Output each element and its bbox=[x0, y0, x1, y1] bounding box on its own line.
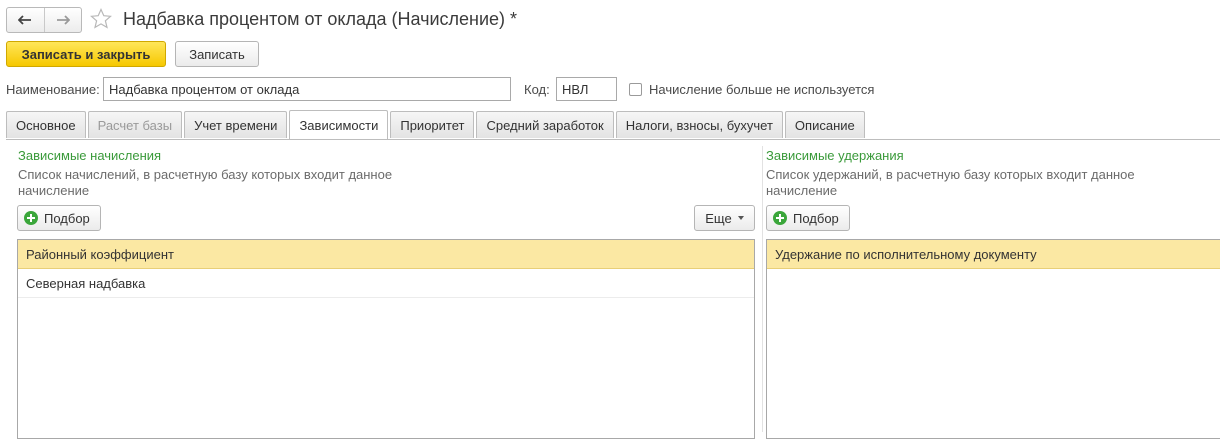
left-add-button[interactable]: Подбор bbox=[17, 205, 101, 231]
plus-icon bbox=[773, 211, 787, 225]
arrow-left-icon bbox=[18, 15, 32, 25]
forward-button[interactable] bbox=[43, 8, 82, 32]
list-item[interactable]: Удержание по исполнительному документу bbox=[767, 240, 1220, 269]
tab-sredniy-zarabotok[interactable]: Средний заработок bbox=[476, 111, 614, 138]
list-item[interactable]: Районный коэффициент bbox=[18, 240, 754, 269]
not-used-label: Начисление больше не используется bbox=[649, 82, 875, 97]
code-label: Код: bbox=[524, 82, 550, 97]
more-label: Еще bbox=[705, 210, 732, 226]
star-icon[interactable] bbox=[90, 8, 112, 30]
navigation-buttons bbox=[6, 7, 82, 33]
right-section-description: Список удержаний, в расчетную базу котор… bbox=[766, 167, 1135, 198]
left-section-title: Зависимые начисления bbox=[18, 148, 162, 163]
right-section-title: Зависимые удержания bbox=[766, 148, 904, 163]
arrow-right-icon bbox=[56, 15, 70, 25]
list-item[interactable]: Северная надбавка bbox=[18, 269, 754, 298]
panel-splitter[interactable] bbox=[762, 146, 763, 432]
tab-prioritet[interactable]: Приоритет bbox=[390, 111, 475, 138]
dependent-accruals-list: Районный коэффициент Северная надбавка bbox=[17, 239, 755, 439]
tab-opisanie[interactable]: Описание bbox=[784, 111, 865, 138]
more-button[interactable]: Еще bbox=[694, 205, 755, 231]
back-button[interactable] bbox=[7, 8, 44, 32]
code-value: НВЛ bbox=[562, 81, 589, 97]
right-add-label: Подбор bbox=[793, 210, 839, 226]
left-section-description: Список начислений, в расчетную базу кото… bbox=[18, 167, 393, 198]
plus-icon bbox=[24, 211, 38, 225]
tab-divider bbox=[6, 139, 1220, 140]
tab-bar: Основное Расчет базы Учет времени Зависи… bbox=[6, 110, 867, 139]
code-input[interactable]: НВЛ bbox=[556, 77, 617, 101]
name-input[interactable]: Надбавка процентом от оклада bbox=[103, 77, 511, 101]
dependent-deductions-list: Удержание по исполнительному документу bbox=[766, 239, 1220, 439]
name-label: Наименование: bbox=[6, 82, 100, 97]
tab-nalogi[interactable]: Налоги, взносы, бухучет bbox=[615, 111, 783, 138]
save-and-close-button[interactable]: Записать и закрыть bbox=[6, 41, 166, 67]
tab-raschet-bazy[interactable]: Расчет базы bbox=[87, 111, 183, 138]
save-button[interactable]: Записать bbox=[175, 41, 259, 67]
chevron-down-icon bbox=[737, 216, 744, 220]
right-add-button[interactable]: Подбор bbox=[766, 205, 850, 231]
tab-zavisimosti[interactable]: Зависимости bbox=[289, 110, 389, 139]
tab-uchet-vremeni[interactable]: Учет времени bbox=[184, 111, 288, 138]
not-used-checkbox[interactable] bbox=[629, 83, 642, 96]
tab-osnovnoe[interactable]: Основное bbox=[6, 111, 86, 138]
name-value: Надбавка процентом от оклада bbox=[109, 81, 300, 97]
page-title: Надбавка процентом от оклада (Начисление… bbox=[123, 9, 518, 29]
left-add-label: Подбор bbox=[44, 210, 90, 226]
